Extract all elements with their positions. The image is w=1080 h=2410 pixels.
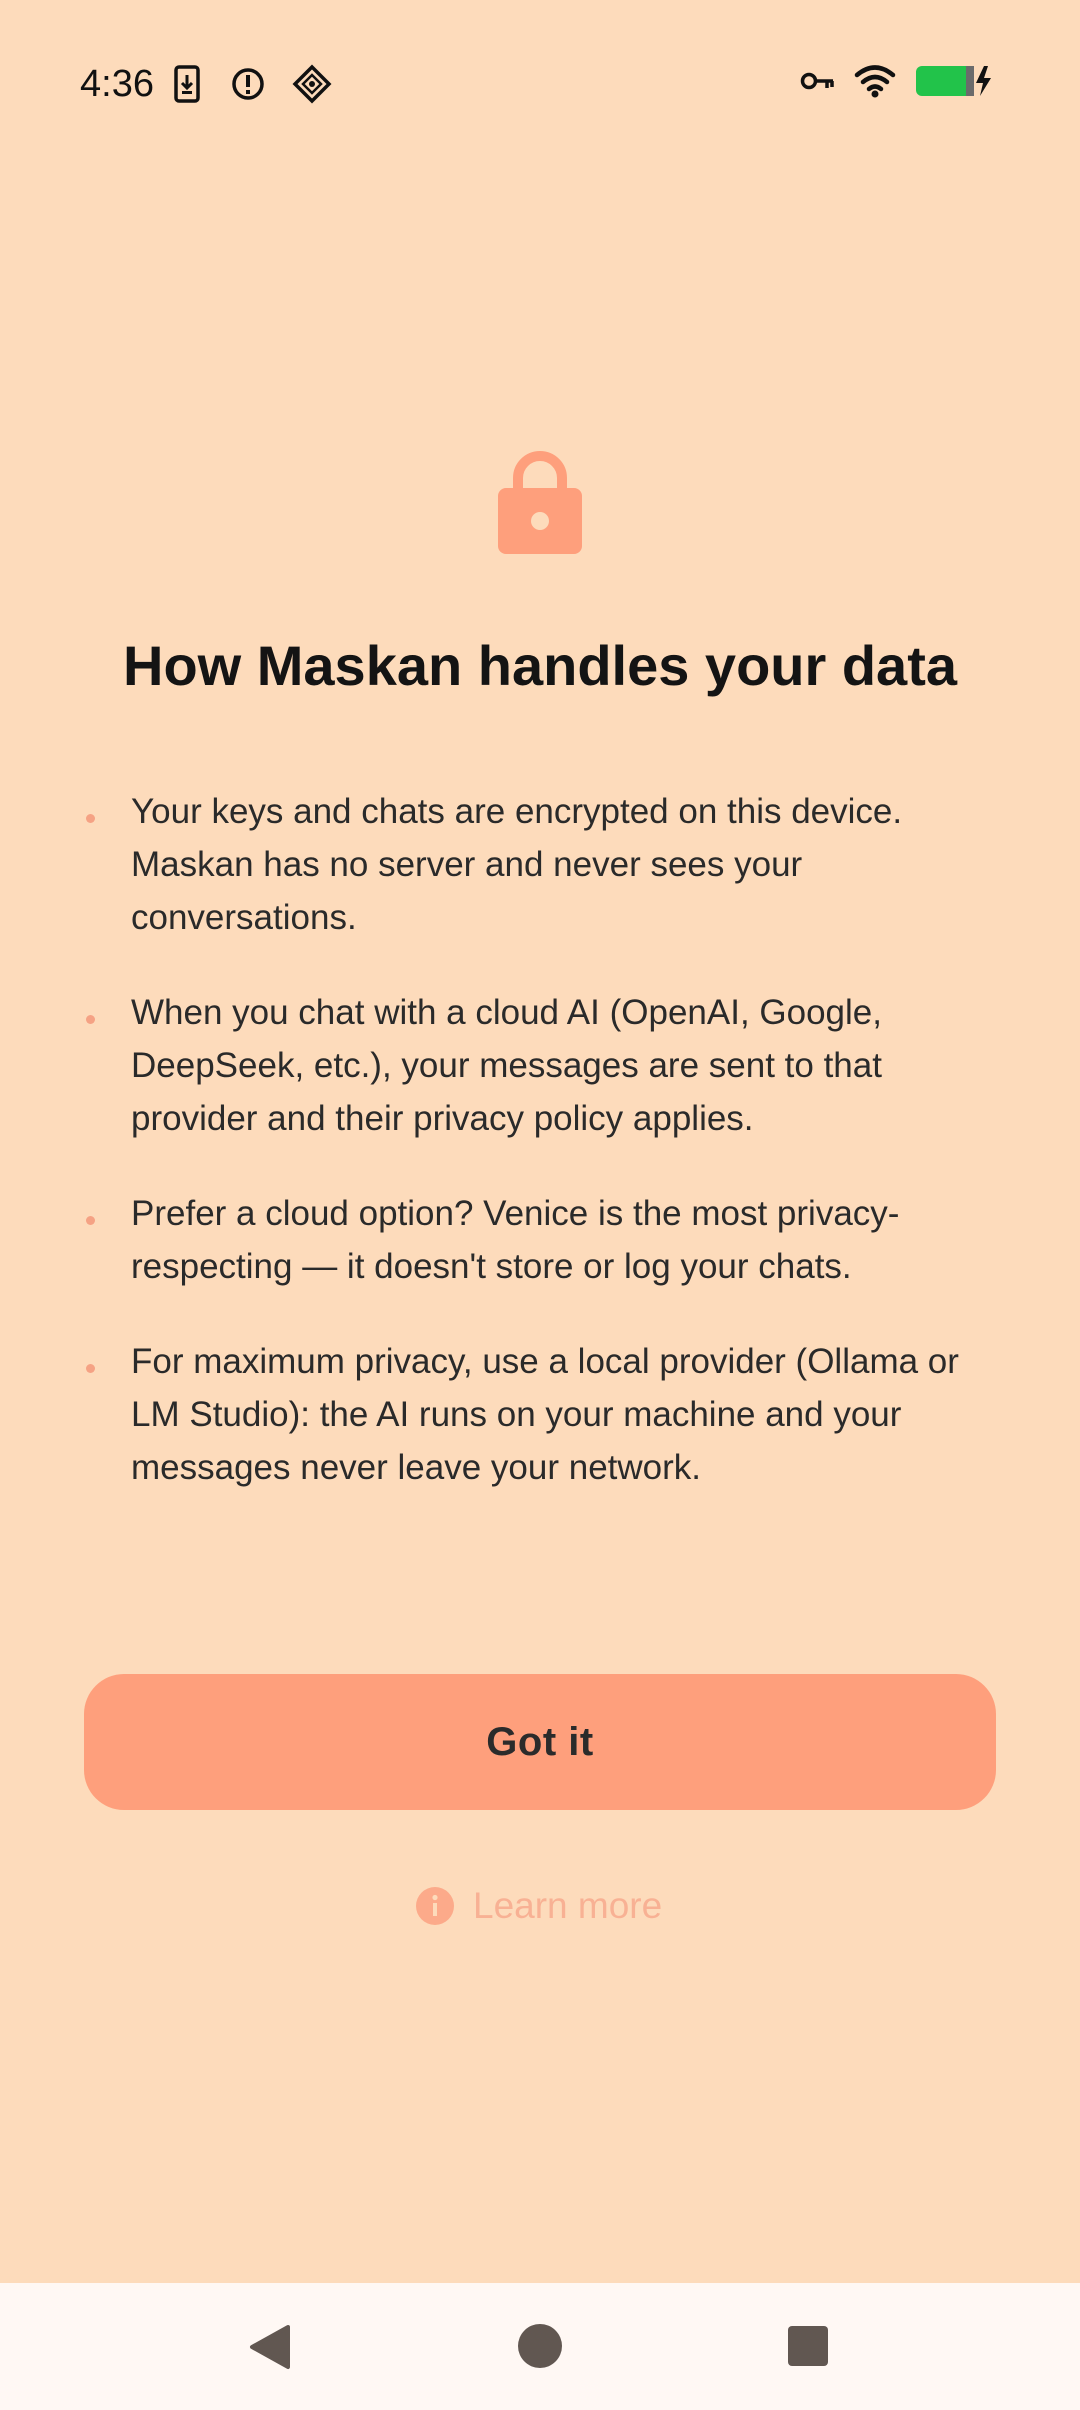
info-icon (416, 1887, 454, 1925)
navigation-bar (0, 2283, 1080, 2410)
vpn-key-icon (800, 72, 834, 90)
shield-diamond-icon (292, 64, 332, 104)
list-item: For maximum privacy, use a local provide… (80, 1335, 1000, 1494)
bullet-text: Your keys and chats are encrypted on thi… (131, 792, 903, 937)
lock-icon (496, 444, 584, 556)
recents-icon[interactable] (787, 2325, 829, 2367)
status-bar: 4:36 (0, 0, 1080, 175)
bullet-text: When you chat with a cloud AI (OpenAI, G… (131, 993, 882, 1138)
status-left-icons (170, 64, 332, 104)
learn-more-label: Learn more (473, 1885, 663, 1926)
page-title: How Maskan handles your data (123, 634, 957, 697)
privacy-bullet-list: Your keys and chats are encrypted on thi… (80, 785, 1000, 1536)
list-item: Prefer a cloud option? Venice is the mos… (80, 1187, 1000, 1293)
bullet-dot (86, 1015, 95, 1024)
alert-circle-icon (232, 68, 264, 100)
bullet-dot (86, 1364, 95, 1373)
wifi-icon (854, 65, 896, 98)
got-it-button[interactable]: Got it (84, 1674, 996, 1810)
back-icon[interactable] (246, 2323, 294, 2371)
status-time: 4:36 (80, 63, 154, 105)
bullet-text: Prefer a cloud option? Venice is the mos… (131, 1194, 900, 1286)
battery-charging-icon (916, 66, 991, 96)
phone-download-icon (174, 65, 200, 103)
list-item: Your keys and chats are encrypted on thi… (80, 785, 1000, 944)
home-icon[interactable] (518, 2324, 562, 2368)
bullet-text: For maximum privacy, use a local provide… (131, 1342, 959, 1487)
list-item: When you chat with a cloud AI (OpenAI, G… (80, 986, 1000, 1145)
bullet-dot (86, 814, 95, 823)
learn-more-link[interactable]: Learn more (415, 1884, 662, 1928)
bullet-dot (86, 1216, 95, 1225)
status-right-icons (800, 64, 994, 98)
